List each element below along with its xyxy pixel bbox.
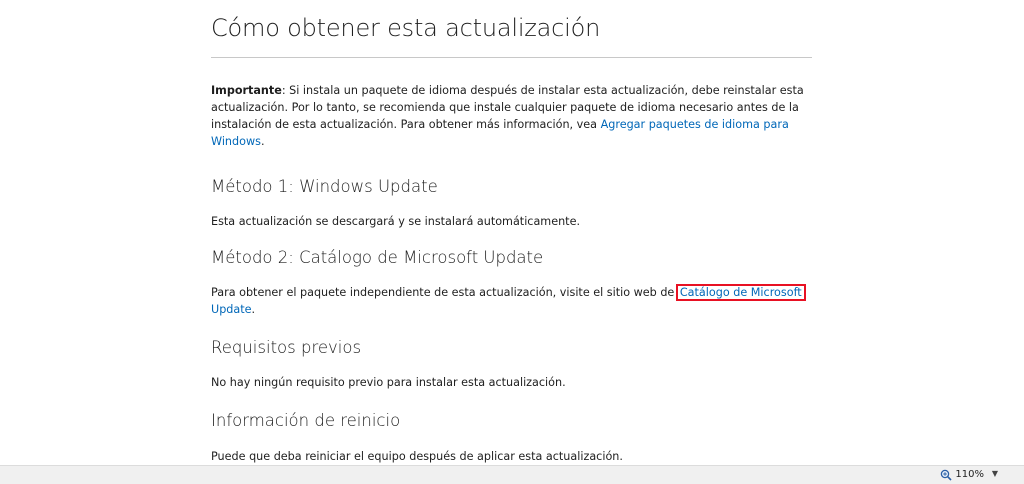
zoom-level: 110% [955,469,984,480]
restart-text: Puede que deba reiniciar el equipo despu… [211,450,623,463]
method1-heading: Método 1: Windows Update [211,177,438,196]
browser-page: Cómo obtener esta actualización Importan… [0,0,1024,484]
title-divider [211,57,812,58]
zoom-control[interactable]: 110% [940,468,984,482]
microsoft-update-catalog-link-continued[interactable]: Update [211,303,252,316]
method2-text: Para obtener el paquete independiente de… [211,286,678,299]
restart-heading: Información de reinicio [211,411,401,430]
important-paragraph: Importante: Si instala un paquete de idi… [211,82,813,150]
prerequisites-heading: Requisitos previos [211,338,362,357]
method2-period: . [251,303,256,316]
method2-heading: Método 2: Catálogo de Microsoft Update [211,248,544,267]
prerequisites-text: No hay ningún requisito previo para inst… [211,376,566,389]
microsoft-update-catalog-link[interactable]: Catálogo de Microsoft [675,284,806,301]
status-bar: 110% ▼ [0,465,1024,484]
page-title: Cómo obtener esta actualización [211,14,601,42]
method1-text: Esta actualización se descargará y se in… [211,215,581,228]
important-label: Importante [211,84,282,97]
chevron-down-icon[interactable]: ▼ [992,469,998,478]
zoom-magnifier-icon [941,469,952,481]
article-content: Cómo obtener esta actualización Importan… [211,0,813,465]
important-period: . [260,135,265,148]
method2-paragraph: Para obtener el paquete independiente de… [211,284,813,318]
